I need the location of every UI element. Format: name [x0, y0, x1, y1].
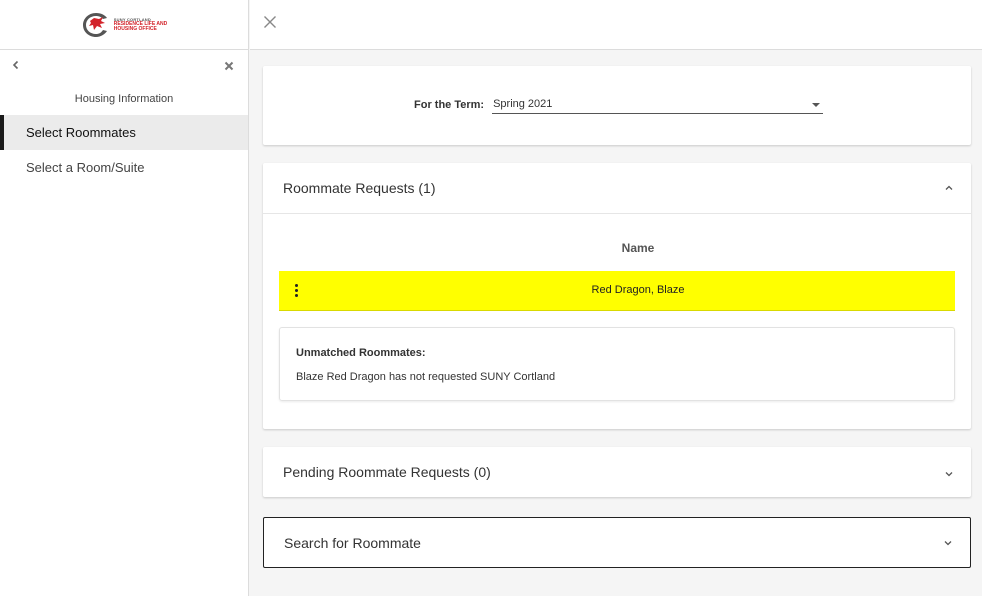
- sidebar-heading: Housing Information: [74, 93, 174, 105]
- chevron-left-icon[interactable]: [10, 59, 22, 71]
- sidebar-item-select-roommates[interactable]: Select Roommates: [0, 115, 248, 150]
- close-sidebar-icon[interactable]: [223, 60, 235, 72]
- term-row: For the Term: Spring 2021: [414, 95, 824, 114]
- term-card: For the Term: Spring 2021: [263, 66, 971, 145]
- roommate-requests-card: Roommate Requests (1) Name Red Dragon, B…: [263, 163, 971, 429]
- pending-requests-header[interactable]: Pending Roommate Requests (0): [263, 447, 971, 497]
- search-roommate-header[interactable]: Search for Roommate: [264, 518, 970, 567]
- pending-requests-card: Pending Roommate Requests (0): [263, 447, 971, 497]
- close-icon[interactable]: [263, 15, 277, 29]
- term-select[interactable]: Spring 2021: [492, 95, 824, 114]
- name-column-header: Name: [621, 241, 655, 255]
- term-select-value: Spring 2021: [493, 98, 553, 110]
- top-bar: [250, 0, 982, 50]
- logo-line-3: HOUSING OFFICE: [113, 25, 157, 32]
- roommate-requests-title: Roommate Requests (1): [283, 180, 436, 196]
- pending-requests-title: Pending Roommate Requests (0): [283, 464, 491, 480]
- logo-text: SUNY CORTLAND RESIDENCE LIFE AND HOUSING…: [113, 17, 167, 32]
- roommate-requests-header[interactable]: Roommate Requests (1): [263, 163, 971, 214]
- chevron-up-icon[interactable]: [944, 183, 954, 193]
- sidebar: SUNY CORTLAND RESIDENCE LIFE AND HOUSING…: [0, 0, 249, 596]
- chevron-down-icon[interactable]: [944, 469, 954, 479]
- unmatched-roommates-panel: Unmatched Roommates: Blaze Red Dragon ha…: [279, 327, 955, 401]
- logo[interactable]: SUNY CORTLAND RESIDENCE LIFE AND HOUSING…: [81, 11, 167, 39]
- table-row: Red Dragon, Blaze: [279, 271, 955, 311]
- search-roommate-title: Search for Roommate: [284, 535, 421, 551]
- unmatched-roommates-text: Blaze Red Dragon has not requested SUNY …: [296, 371, 556, 383]
- search-roommate-card: Search for Roommate: [263, 517, 971, 568]
- term-label: For the Term:: [414, 99, 485, 111]
- unmatched-roommates-title: Unmatched Roommates:: [296, 347, 426, 359]
- chevron-down-icon[interactable]: [943, 538, 953, 548]
- sidebar-tools: [0, 50, 248, 80]
- red-dragon-logo-icon: [82, 12, 107, 37]
- roommate-name: Red Dragon, Blaze: [591, 284, 685, 296]
- sidebar-item-select-room-suite[interactable]: Select a Room/Suite: [0, 150, 248, 185]
- caret-down-icon: [812, 103, 821, 107]
- logo-area: SUNY CORTLAND RESIDENCE LIFE AND HOUSING…: [0, 0, 248, 50]
